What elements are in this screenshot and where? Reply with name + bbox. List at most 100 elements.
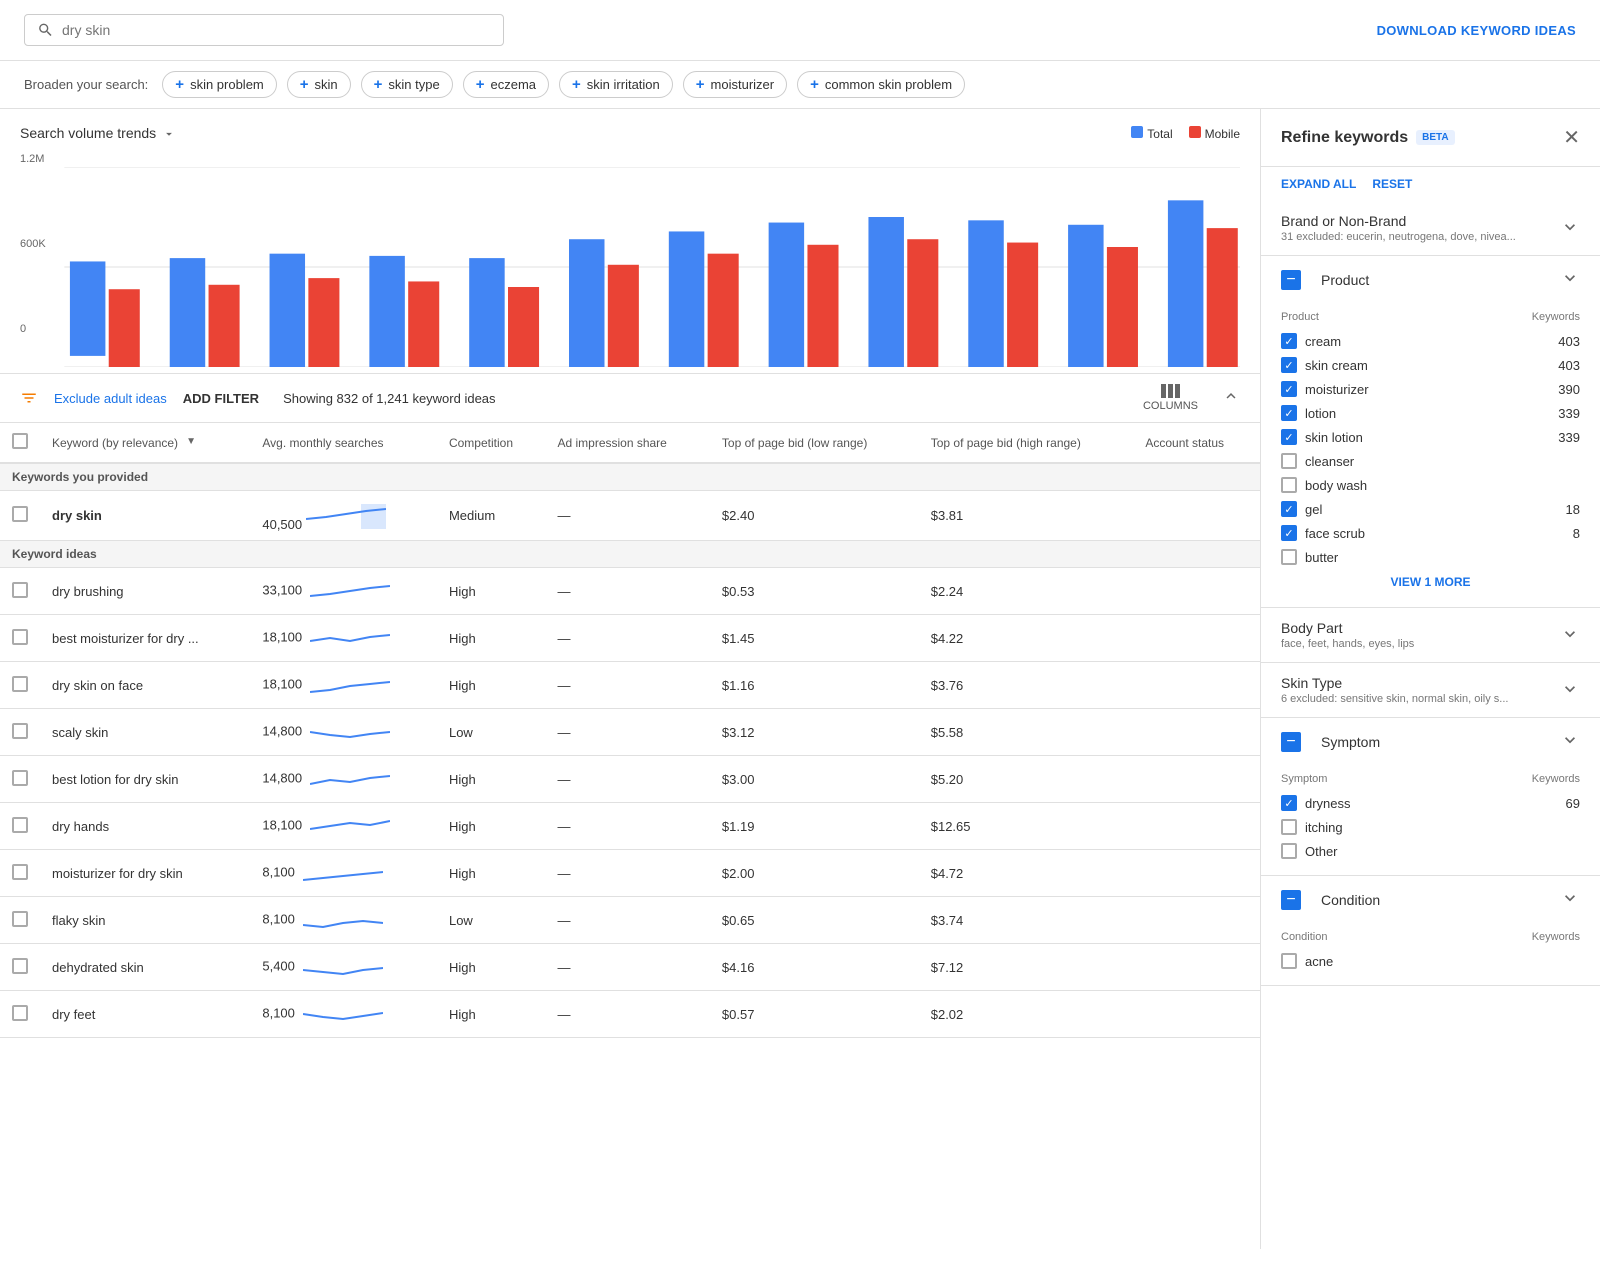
refine-item[interactable]: butter bbox=[1281, 545, 1580, 569]
refine-item-checkbox[interactable] bbox=[1281, 453, 1297, 469]
view-more-button[interactable]: VIEW 1 MORE bbox=[1281, 569, 1580, 595]
columns-button[interactable]: COLUMNS bbox=[1143, 384, 1198, 412]
broaden-chip[interactable]: +eczema bbox=[463, 71, 549, 98]
refine-section-title: Body Part bbox=[1281, 620, 1414, 636]
refine-item-checkbox[interactable] bbox=[1281, 795, 1297, 811]
th-keyword[interactable]: Keyword (by relevance) ▼ bbox=[40, 423, 250, 463]
refine-item[interactable]: Other bbox=[1281, 839, 1580, 863]
row-checkbox-cell[interactable] bbox=[0, 662, 40, 709]
broaden-chip[interactable]: +skin problem bbox=[162, 71, 276, 98]
refine-item-label: lotion bbox=[1305, 406, 1336, 421]
row-checkbox-cell[interactable] bbox=[0, 897, 40, 944]
collapse-button[interactable] bbox=[1222, 387, 1240, 410]
broaden-chip[interactable]: +moisturizer bbox=[683, 71, 787, 98]
refine-item[interactable]: body wash bbox=[1281, 473, 1580, 497]
refine-item-checkbox[interactable] bbox=[1281, 953, 1297, 969]
refine-item[interactable]: cream 403 bbox=[1281, 329, 1580, 353]
refine-item[interactable]: lotion 339 bbox=[1281, 401, 1580, 425]
col-left-header: Condition bbox=[1281, 931, 1327, 943]
dropdown-arrow-icon[interactable] bbox=[162, 127, 176, 141]
refine-item[interactable]: moisturizer 390 bbox=[1281, 377, 1580, 401]
refine-item-checkbox[interactable] bbox=[1281, 333, 1297, 349]
refine-item-checkbox[interactable] bbox=[1281, 525, 1297, 541]
section-toggle-icon[interactable] bbox=[1560, 679, 1580, 702]
row-checkbox-cell[interactable] bbox=[0, 756, 40, 803]
refine-section-header-5[interactable]: Condition bbox=[1261, 876, 1600, 923]
row-ad-impression: — bbox=[545, 944, 709, 991]
refine-item-checkbox[interactable] bbox=[1281, 357, 1297, 373]
row-checkbox[interactable] bbox=[12, 864, 28, 880]
row-checkbox-cell[interactable] bbox=[0, 803, 40, 850]
exclude-adult-button[interactable]: Exclude adult ideas bbox=[54, 391, 167, 406]
reset-button[interactable]: RESET bbox=[1372, 177, 1412, 191]
refine-item[interactable]: cleanser bbox=[1281, 449, 1580, 473]
row-checkbox[interactable] bbox=[12, 770, 28, 786]
refine-section-header-0[interactable]: Brand or Non-Brand31 excluded: eucerin, … bbox=[1261, 201, 1600, 255]
select-all-checkbox[interactable] bbox=[12, 433, 28, 449]
broaden-chip[interactable]: +common skin problem bbox=[797, 71, 965, 98]
row-checkbox-cell[interactable] bbox=[0, 491, 40, 541]
refine-item[interactable]: skin cream 403 bbox=[1281, 353, 1580, 377]
refine-item-checkbox[interactable] bbox=[1281, 429, 1297, 445]
row-checkbox[interactable] bbox=[12, 723, 28, 739]
section-toggle-icon[interactable] bbox=[1560, 888, 1580, 911]
refine-section-header-4[interactable]: Symptom bbox=[1261, 718, 1600, 765]
section-toggle-icon[interactable] bbox=[1560, 217, 1580, 240]
row-checkbox[interactable] bbox=[12, 582, 28, 598]
section-toggle-icon[interactable] bbox=[1560, 624, 1580, 647]
th-ad-impression[interactable]: Ad impression share bbox=[545, 423, 709, 463]
refine-section-3: Skin Type6 excluded: sensitive skin, nor… bbox=[1261, 663, 1600, 718]
refine-section-header-2[interactable]: Body Partface, feet, hands, eyes, lips bbox=[1261, 608, 1600, 662]
refine-item-checkbox[interactable] bbox=[1281, 405, 1297, 421]
th-account-status[interactable]: Account status bbox=[1133, 423, 1260, 463]
th-bid-high[interactable]: Top of page bid (high range) bbox=[919, 423, 1134, 463]
download-button[interactable]: DOWNLOAD KEYWORD IDEAS bbox=[1377, 23, 1576, 38]
add-filter-button[interactable]: ADD FILTER bbox=[183, 391, 259, 406]
row-checkbox[interactable] bbox=[12, 911, 28, 927]
row-checkbox-cell[interactable] bbox=[0, 944, 40, 991]
broaden-chip[interactable]: +skin irritation bbox=[559, 71, 673, 98]
refine-item[interactable]: gel 18 bbox=[1281, 497, 1580, 521]
row-checkbox[interactable] bbox=[12, 676, 28, 692]
search-box[interactable]: dry skin bbox=[24, 14, 504, 46]
broaden-chip[interactable]: +skin type bbox=[361, 71, 453, 98]
refine-item-checkbox[interactable] bbox=[1281, 819, 1297, 835]
refine-item-checkbox[interactable] bbox=[1281, 477, 1297, 493]
refine-section-subtitle: 6 excluded: sensitive skin, normal skin,… bbox=[1281, 693, 1508, 705]
mini-trend-chart bbox=[310, 764, 390, 794]
refine-item-checkbox[interactable] bbox=[1281, 381, 1297, 397]
table-row: flaky skin 8,100 Low — $0.65 $3.74 bbox=[0, 897, 1260, 944]
row-checkbox[interactable] bbox=[12, 506, 28, 522]
row-checkbox-cell[interactable] bbox=[0, 991, 40, 1038]
refine-item[interactable]: acne bbox=[1281, 949, 1580, 973]
refine-item-checkbox[interactable] bbox=[1281, 549, 1297, 565]
row-checkbox[interactable] bbox=[12, 817, 28, 833]
th-select-all[interactable] bbox=[0, 423, 40, 463]
row-checkbox-cell[interactable] bbox=[0, 615, 40, 662]
refine-item-checkbox[interactable] bbox=[1281, 501, 1297, 517]
close-button[interactable]: ✕ bbox=[1563, 125, 1580, 150]
row-checkbox[interactable] bbox=[12, 958, 28, 974]
section-toggle-icon[interactable] bbox=[1560, 268, 1580, 291]
row-checkbox-cell[interactable] bbox=[0, 850, 40, 897]
row-checkbox-cell[interactable] bbox=[0, 568, 40, 615]
row-checkbox[interactable] bbox=[12, 1005, 28, 1021]
th-avg[interactable]: Avg. monthly searches bbox=[250, 423, 437, 463]
refine-item[interactable]: itching bbox=[1281, 815, 1580, 839]
refine-section-header-1[interactable]: Product bbox=[1261, 256, 1600, 303]
refine-item[interactable]: skin lotion 339 bbox=[1281, 425, 1580, 449]
refine-item-checkbox[interactable] bbox=[1281, 843, 1297, 859]
refine-item[interactable]: face scrub 8 bbox=[1281, 521, 1580, 545]
section-toggle-icon[interactable] bbox=[1560, 730, 1580, 753]
expand-all-button[interactable]: EXPAND ALL bbox=[1281, 177, 1356, 191]
broaden-chip[interactable]: +skin bbox=[287, 71, 351, 98]
th-bid-low[interactable]: Top of page bid (low range) bbox=[710, 423, 919, 463]
row-bid-low: $0.65 bbox=[710, 897, 919, 944]
chart-section: Search volume trends Total Mobile 1.2M 6… bbox=[0, 109, 1260, 374]
refine-section-header-3[interactable]: Skin Type6 excluded: sensitive skin, nor… bbox=[1261, 663, 1600, 717]
th-competition[interactable]: Competition bbox=[437, 423, 546, 463]
row-checkbox[interactable] bbox=[12, 629, 28, 645]
refine-item[interactable]: dryness 69 bbox=[1281, 791, 1580, 815]
search-input[interactable]: dry skin bbox=[62, 22, 491, 38]
row-checkbox-cell[interactable] bbox=[0, 709, 40, 756]
